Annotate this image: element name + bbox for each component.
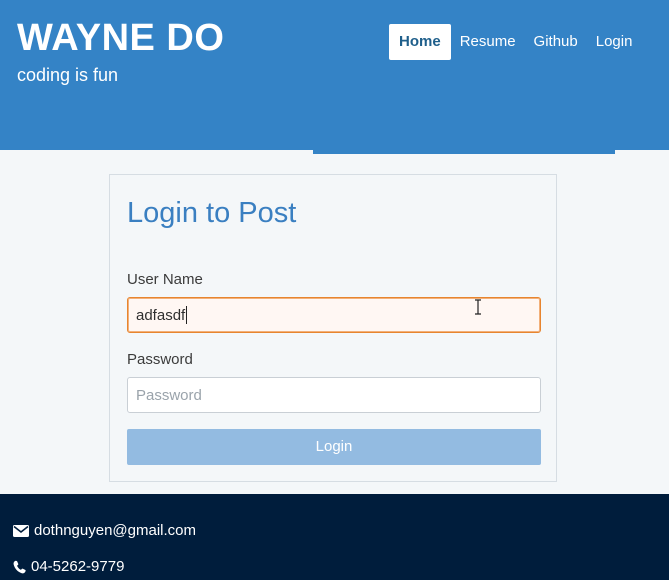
password-label: Password <box>127 351 193 368</box>
text-cursor-icon <box>475 299 481 315</box>
nav-home[interactable]: Home <box>389 24 451 60</box>
site-title: WAYNE DO <box>17 17 225 59</box>
password-input[interactable] <box>136 386 532 404</box>
login-panel: Login to Post User Name adfasdf Password… <box>109 174 557 482</box>
site-subtitle: coding is fun <box>17 65 119 85</box>
username-value: adfasdf <box>136 306 186 324</box>
footer-phone-text: 04-5262-9779 <box>31 558 125 575</box>
phone-icon <box>13 560 26 574</box>
password-field[interactable] <box>127 377 541 413</box>
footer-email-text: dothnguyen@gmail.com <box>34 522 196 539</box>
header-notch <box>313 150 615 154</box>
footer-phone[interactable]: 04-5262-9779 <box>13 558 124 576</box>
site-header: WAYNE DO coding is fun Home Resume Githu… <box>0 0 669 150</box>
nav-resume[interactable]: Resume <box>451 24 525 60</box>
site-footer: dothnguyen@gmail.com 04-5262-9779 <box>0 494 669 580</box>
footer-email[interactable]: dothnguyen@gmail.com <box>13 522 196 540</box>
login-button[interactable]: Login <box>127 429 541 465</box>
nav-login[interactable]: Login <box>587 24 642 60</box>
nav-github[interactable]: Github <box>525 24 587 60</box>
username-label: User Name <box>127 271 203 288</box>
main-nav: Home Resume Github Login <box>389 24 641 60</box>
text-caret <box>186 306 188 324</box>
envelope-icon <box>13 525 29 537</box>
login-title: Login to Post <box>127 197 297 229</box>
